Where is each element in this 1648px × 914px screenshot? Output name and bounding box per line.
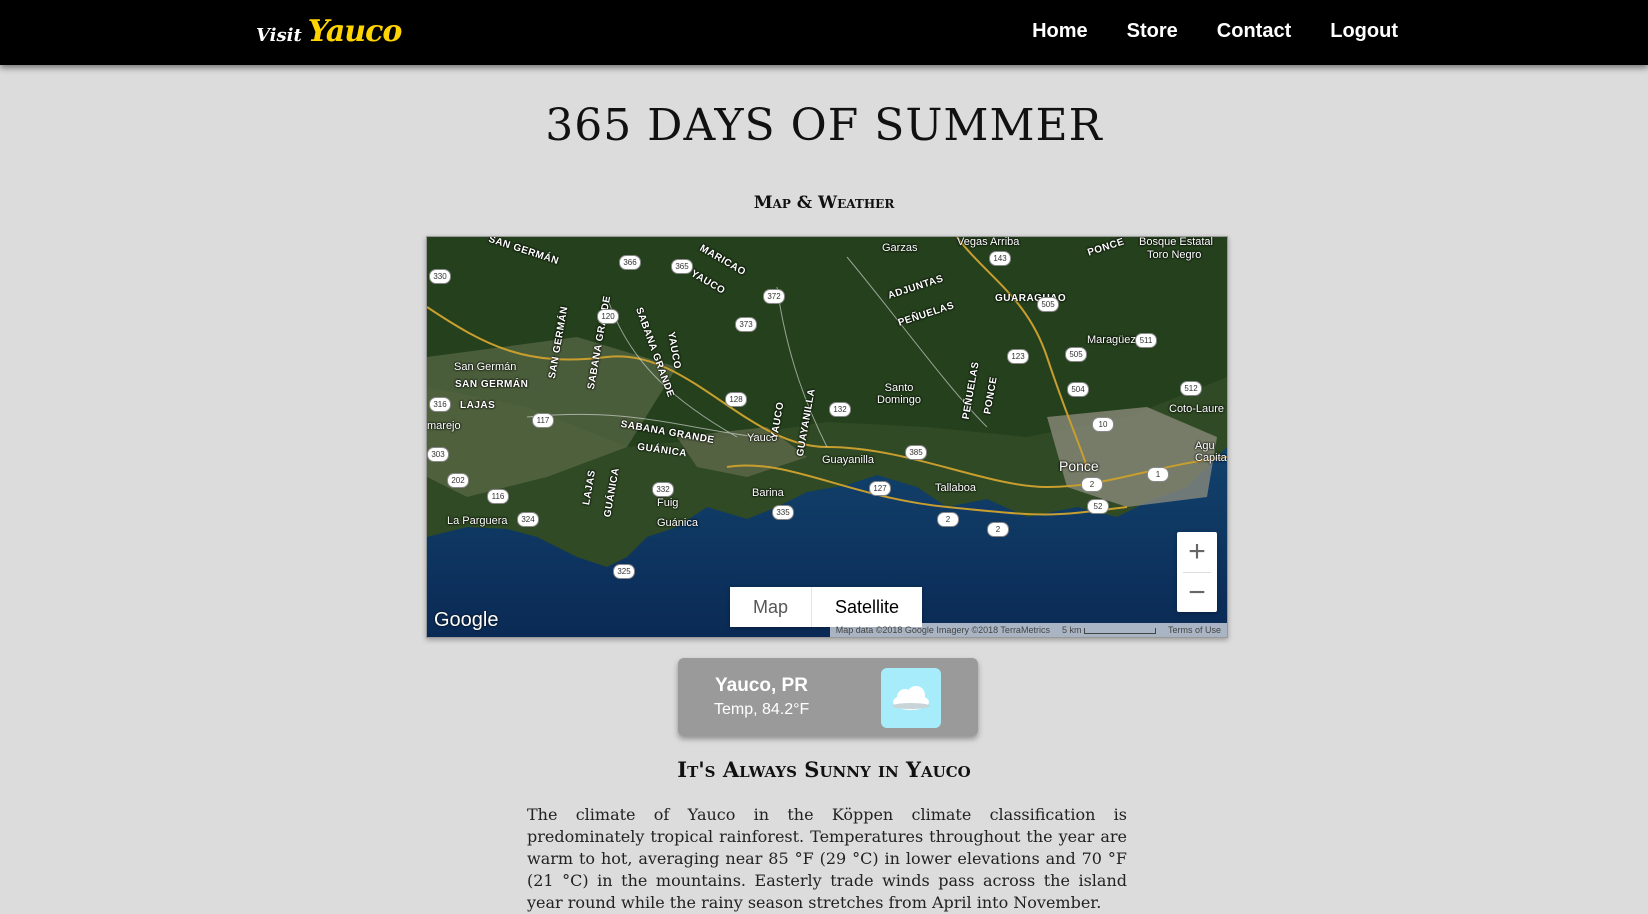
map-label-vegas-arriba: Vegas Arriba — [957, 236, 1020, 248]
route-shield: 52 — [1087, 499, 1109, 514]
route-shield: 127 — [869, 481, 891, 496]
nav-link-home[interactable]: Home — [1032, 20, 1088, 43]
google-logo: Google — [434, 609, 499, 631]
nav-link-logout[interactable]: Logout — [1330, 20, 1398, 43]
route-shield: 128 — [725, 392, 747, 407]
map-label-capita: Agu Capita — [1195, 440, 1227, 464]
route-shield: 303 — [427, 447, 449, 462]
route-shield: 325 — [613, 564, 635, 579]
route-shield: 143 — [989, 251, 1011, 266]
map-label-bosque: Bosque Estatal — [1139, 236, 1213, 248]
route-shield: 365 — [671, 259, 693, 274]
map-label-fuig: Fuig — [657, 497, 679, 509]
page-title: 365 DAYS OF SUMMER — [545, 100, 1103, 151]
zoom-in-button[interactable]: + — [1177, 532, 1217, 572]
zoom-out-button[interactable]: − — [1177, 573, 1217, 613]
map-label-coto-laurel: Coto-Laure — [1169, 403, 1225, 415]
route-shield: 504 — [1067, 382, 1089, 397]
route-shield: 335 — [772, 505, 794, 520]
weather-card: Yauco, PR Temp, 84.2°F — [678, 658, 978, 736]
map-type-control: Map Satellite — [730, 587, 923, 627]
route-shield: 116 — [487, 489, 509, 504]
map-label-san-german-road: SAN GERMÁN — [455, 379, 529, 390]
map-label-maraguez: Maragüez — [1087, 334, 1136, 346]
route-shield: 202 — [447, 473, 469, 488]
route-shield: 332 — [652, 482, 674, 497]
map-label-santo-domingo: Santo Domingo — [877, 382, 922, 406]
weather-temp: Temp, 84.2°F — [714, 701, 810, 718]
satellite-map[interactable]: SAN GERMÁN MARICAO YAUCO ADJUNTAS PEÑUEL… — [426, 236, 1228, 638]
nav-links: Home Store Contact Logout — [1032, 20, 1398, 43]
route-shield: 120 — [597, 309, 619, 324]
route-shield: 385 — [905, 445, 927, 460]
route-shield: 505 — [1037, 297, 1059, 312]
route-shield: 372 — [763, 289, 785, 304]
map-label-toro-negro: Toro Negro — [1147, 249, 1202, 261]
map-label-garzas: Garzas — [882, 242, 918, 254]
map-label-ponce: Ponce — [1059, 458, 1099, 474]
map-label-lajas: LAJAS — [460, 400, 496, 411]
route-shield: 373 — [735, 317, 757, 332]
brand-logo[interactable]: Visit Yauco — [256, 14, 403, 49]
route-shield: 512 — [1180, 381, 1202, 396]
map-terms-link[interactable]: Terms of Use — [1168, 625, 1221, 635]
route-shield: 324 — [517, 512, 539, 527]
map-attribution: Map data ©2018 Google Imagery ©2018 Terr… — [835, 625, 1050, 635]
section-heading: It's Always Sunny in Yauco — [677, 757, 971, 782]
brand-prefix: Visit — [256, 25, 302, 46]
page-subtitle: Map & Weather — [753, 193, 895, 213]
route-shield: 2 — [1081, 477, 1103, 492]
zoom-control: + − — [1177, 532, 1217, 612]
route-shield: 10 — [1092, 417, 1114, 432]
route-shield: 123 — [1007, 349, 1029, 364]
map-type-satellite-button[interactable]: Satellite — [812, 587, 922, 627]
weather-icon-box — [881, 668, 941, 728]
map-label-barina: Barina — [752, 487, 784, 499]
satellite-imagery — [427, 237, 1227, 637]
route-shield: 2 — [937, 512, 959, 527]
map-scale-label: 5 km — [1061, 625, 1082, 635]
route-shield: 2 — [987, 522, 1009, 537]
map-label-guayanilla: Guayanilla — [822, 454, 874, 466]
map-label-marejo: marejo — [427, 420, 461, 432]
route-shield: 511 — [1135, 333, 1157, 348]
map-attribution-bar: Map data ©2018 Google Imagery ©2018 Terr… — [829, 623, 1227, 637]
map-label-guanica-town: Guánica — [657, 517, 698, 529]
map-type-map-button[interactable]: Map — [730, 587, 813, 627]
route-shield: 1 — [1147, 467, 1169, 482]
weather-city: Yauco, PR — [715, 675, 808, 696]
map-scale: 5 km — [1062, 625, 1156, 635]
map-label-san-german: San Germán — [454, 361, 517, 373]
route-shield: 505 — [1065, 347, 1087, 362]
route-shield: 316 — [429, 397, 451, 412]
map-label-la-parguera: La Parguera — [447, 515, 508, 527]
nav-link-store[interactable]: Store — [1127, 20, 1178, 43]
route-shield: 366 — [619, 255, 641, 270]
map-label-tallaboa: Tallaboa — [935, 482, 976, 494]
cloud-icon — [892, 686, 930, 710]
route-shield: 117 — [532, 413, 554, 428]
route-shield: 132 — [829, 402, 851, 417]
climate-paragraph: The climate of Yauco in the Köppen clima… — [527, 805, 1127, 912]
brand-name: Yauco — [307, 14, 403, 49]
nav-link-contact[interactable]: Contact — [1217, 20, 1291, 43]
navbar: Visit Yauco Home Store Contact Logout — [0, 0, 1648, 65]
route-shield: 330 — [429, 269, 451, 284]
map-scale-bar — [1083, 627, 1156, 634]
